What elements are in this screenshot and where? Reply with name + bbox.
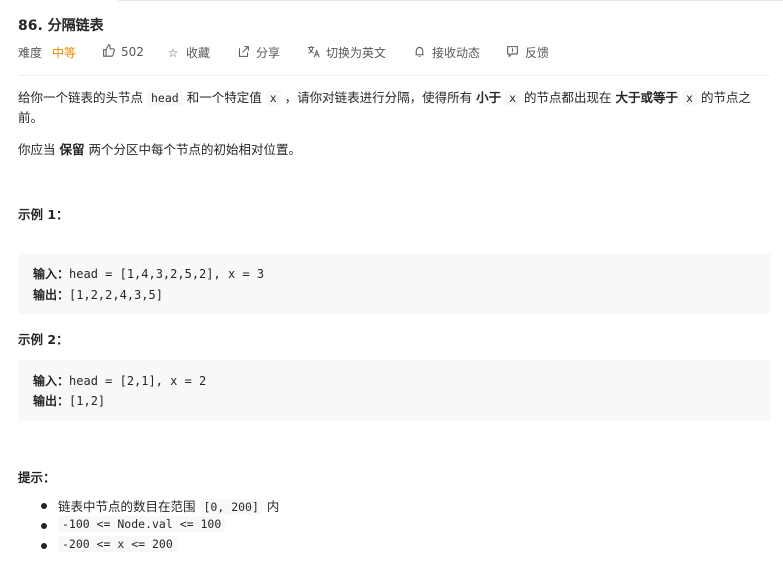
constraint-1: 链表中节点的数目在范围 [0, 200] 内 [58, 499, 280, 515]
feedback-icon [505, 45, 519, 61]
example-2-output: [1,2] [69, 394, 106, 408]
input-label: 输入： [33, 267, 70, 281]
problem-title: 86. 分隔链表 [18, 18, 104, 34]
example-1-block: 输入：head = [1,4,3,2,5,2], x = 3 输出：[1,2,2… [18, 253, 771, 314]
desc-text: 两个分区中每个节点的初始相对位置。 [88, 142, 302, 157]
example-2-block: 输入：head = [2,1], x = 2 输出：[1,2] [18, 360, 771, 421]
constraint-2: -100 <= Node.val <= 100 [58, 516, 226, 532]
desc-text: 的节点都出现在 [524, 90, 612, 105]
share-label: 分享 [256, 46, 281, 60]
example-2-input-line: 输入：head = [2,1], x = 2 [33, 372, 206, 389]
example-2-heading: 示例 2： [18, 332, 69, 347]
example-2-input: head = [2,1], x = 2 [69, 374, 207, 388]
code-head: head [147, 90, 183, 106]
code-x: x [265, 90, 281, 106]
bullet [41, 503, 47, 509]
code-x: x [682, 90, 697, 106]
follow-button[interactable]: 接收动态 [412, 44, 480, 61]
difficulty-badge: 中等 [52, 46, 77, 60]
favorite-label: 收藏 [186, 46, 211, 60]
constraint-3: -200 <= x <= 200 [58, 536, 177, 552]
desc-bold: 小于 [476, 90, 502, 105]
switch-language-button[interactable]: 切换为英文 [306, 44, 386, 61]
description-paragraph-1: 给你一个链表的头节点 head 和一个特定值 x ，请你对链表进行分隔，使得所有… [18, 88, 774, 128]
thumbs-up-icon [101, 44, 115, 60]
example-1-input: head = [1,4,3,2,5,2], x = 3 [69, 267, 265, 281]
hints-heading: 提示： [18, 470, 56, 485]
like-count: 502 [121, 45, 144, 59]
example-1-output-line: 输出：[1,2,2,4,3,5] [33, 286, 163, 303]
output-label: 输出： [33, 288, 70, 302]
code-x: x [505, 90, 521, 106]
translate-icon [306, 45, 320, 61]
difficulty-label: 难度 [18, 46, 43, 60]
switch-language-label: 切换为英文 [326, 46, 387, 60]
desc-text: ，请你对链表进行分隔，使得所有 [284, 90, 473, 105]
bullet [41, 543, 47, 549]
input-label: 输入： [33, 374, 70, 388]
desc-bold: 大于或等于 [615, 90, 679, 105]
description-paragraph-2: 你应当 保留 两个分区中每个节点的初始相对位置。 [18, 140, 774, 160]
example-2-output-line: 输出：[1,2] [33, 392, 105, 409]
desc-text: 你应当 [18, 142, 56, 157]
bell-icon [412, 45, 426, 61]
difficulty: 难度 中等 [18, 44, 76, 61]
divider [18, 75, 770, 76]
favorite-button[interactable]: ☆ 收藏 [166, 44, 210, 61]
example-1-heading: 示例 1： [18, 207, 69, 222]
desc-bold: 保留 [59, 142, 85, 157]
bullet [41, 523, 47, 529]
follow-label: 接收动态 [432, 46, 481, 60]
desc-text: 和一个特定值 [186, 90, 262, 105]
desc-text: 给你一个链表的头节点 [18, 90, 144, 105]
star-icon: ☆ [167, 45, 179, 60]
share-button[interactable]: 分享 [236, 44, 280, 61]
feedback-label: 反馈 [525, 46, 550, 60]
like-button[interactable]: 502 [101, 44, 144, 60]
example-1-output: [1,2,2,4,3,5] [69, 288, 163, 302]
example-1-input-line: 输入：head = [1,4,3,2,5,2], x = 3 [33, 265, 264, 282]
feedback-button[interactable]: 反馈 [505, 44, 549, 61]
top-rule [118, 0, 783, 1]
share-icon [236, 45, 250, 61]
output-label: 输出： [33, 394, 70, 408]
